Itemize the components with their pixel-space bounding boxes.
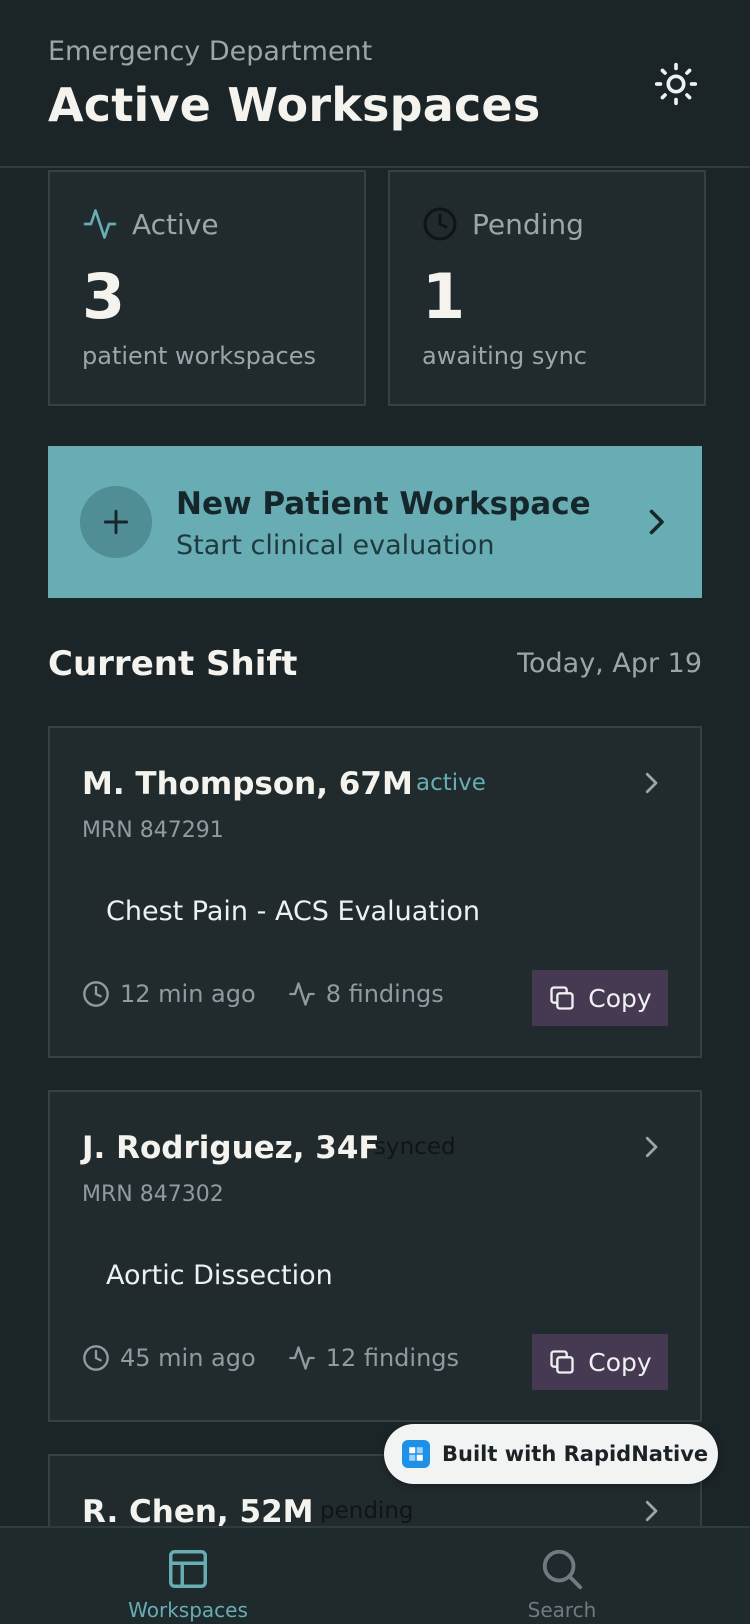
clock-icon (83, 981, 109, 1007)
section-title: Current Shift (48, 644, 298, 684)
patient-name: J. Rodriguez, 34F (82, 1130, 380, 1166)
app-header: Emergency Department Active Workspaces (0, 0, 750, 168)
status-badge: pending (320, 1498, 414, 1524)
chevron-right-icon (649, 509, 664, 535)
sun-icon (654, 62, 698, 106)
chief-complaint: Chest Pain - ACS Evaluation (106, 896, 480, 927)
copy-icon (550, 986, 574, 1010)
patient-mrn: MRN 847302 (82, 1182, 224, 1207)
tab-workspaces[interactable]: Workspaces (68, 1546, 308, 1622)
time-ago: 45 min ago (120, 1344, 256, 1372)
plus-icon (80, 486, 152, 558)
patient-name: M. Thompson, 67M (82, 766, 413, 802)
pending-stat-card: Pending 1 awaiting sync (388, 170, 706, 406)
department-label: Emergency Department (48, 36, 373, 67)
layout-icon (169, 1550, 207, 1588)
copy-label: Copy (588, 983, 652, 1013)
copy-button[interactable]: Copy (532, 1334, 668, 1390)
section-date: Today, Apr 19 (517, 648, 702, 679)
patient-card[interactable]: J. Rodriguez, 34F synced MRN 847302 Aort… (48, 1090, 702, 1422)
rapidnative-logo-icon (402, 1440, 430, 1468)
copy-icon (550, 1350, 574, 1374)
status-badge: synced (374, 1134, 456, 1160)
tab-label: Search (527, 1598, 597, 1622)
stat-label: Pending (472, 207, 584, 241)
theme-toggle-button[interactable] (652, 60, 700, 108)
new-workspace-title: New Patient Workspace (176, 486, 591, 522)
time-ago: 12 min ago (120, 980, 256, 1008)
bottom-tab-bar: Workspaces Search (0, 1526, 750, 1624)
badge-text: Built with RapidNative (442, 1442, 709, 1466)
chevron-right-icon (645, 1136, 658, 1158)
card-meta: 45 min ago 12 findings (82, 1344, 491, 1372)
chevron-right-icon (645, 1500, 658, 1522)
activity-icon (288, 1346, 315, 1370)
chief-complaint: Aortic Dissection (106, 1260, 333, 1291)
status-badge: active (416, 770, 486, 796)
clock-icon (423, 207, 457, 241)
copy-button[interactable]: Copy (532, 970, 668, 1026)
stats-row: Active 3 patient workspaces Pending 1 aw… (48, 170, 706, 406)
stat-value: 1 (422, 260, 466, 333)
new-patient-workspace-button[interactable]: New Patient Workspace Start clinical eva… (48, 446, 702, 598)
activity-icon (83, 209, 117, 239)
tab-search[interactable]: Search (442, 1546, 682, 1622)
search-icon (542, 1549, 583, 1590)
patient-mrn: MRN 847291 (82, 818, 224, 843)
stat-caption: patient workspaces (82, 342, 317, 370)
copy-label: Copy (588, 1347, 652, 1377)
clock-icon (83, 1345, 109, 1371)
card-meta: 12 min ago 8 findings (82, 980, 476, 1008)
new-workspace-subtitle: Start clinical evaluation (176, 530, 495, 561)
patient-card[interactable]: M. Thompson, 67M active MRN 847291 Chest… (48, 726, 702, 1058)
findings-count: 8 findings (325, 980, 444, 1008)
tab-label: Workspaces (128, 1598, 248, 1622)
stat-value: 3 (82, 260, 126, 333)
stat-label: Active (132, 207, 219, 241)
active-stat-card: Active 3 patient workspaces (48, 170, 366, 406)
built-with-badge[interactable]: Built with RapidNative (384, 1424, 718, 1484)
page-title: Active Workspaces (48, 78, 541, 132)
chevron-right-icon (645, 772, 658, 794)
activity-icon (288, 982, 315, 1006)
findings-count: 12 findings (325, 1344, 460, 1372)
patient-name: R. Chen, 52M (82, 1494, 314, 1530)
stat-caption: awaiting sync (422, 342, 587, 370)
